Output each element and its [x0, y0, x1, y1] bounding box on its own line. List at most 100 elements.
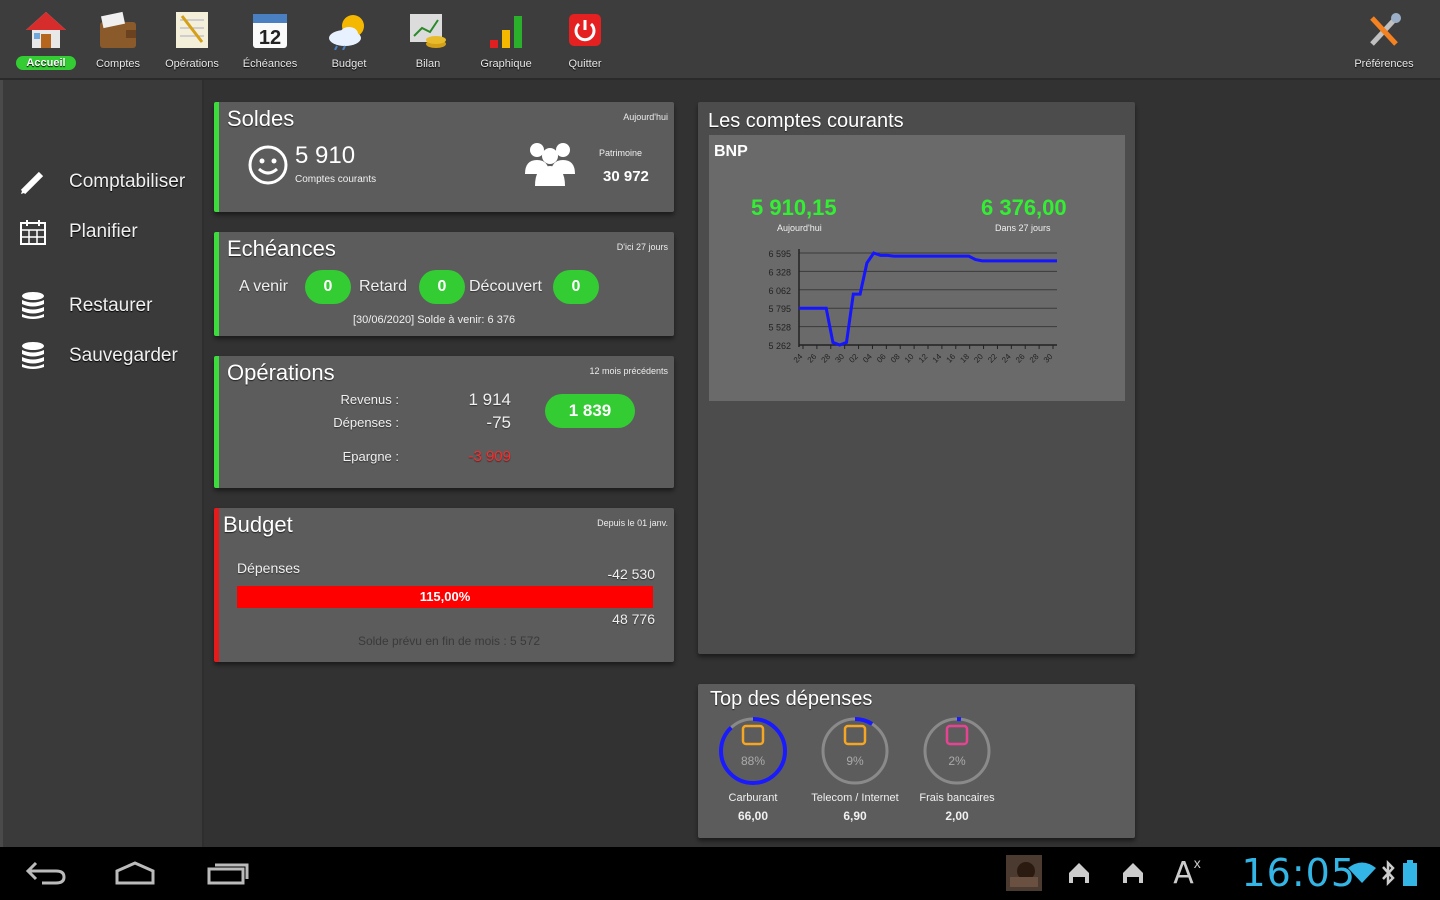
- account-chart-panel[interactable]: BNP 5 910,15 Aujourd'hui 6 376,00 Dans 2…: [709, 135, 1125, 401]
- operations-total-badge[interactable]: 1 839: [545, 394, 635, 428]
- spending-ring[interactable]: 9%: [818, 714, 892, 788]
- toolbar-item-echeances[interactable]: 12 Échéances: [232, 8, 308, 74]
- x-tick-label: 14: [931, 352, 944, 365]
- x-tick-label: 26: [1014, 352, 1027, 365]
- system-navbar: Ax 16:05: [0, 847, 1440, 900]
- toolbar-item-bilan[interactable]: Bilan: [390, 8, 466, 74]
- budget-progress-bar: 115,00%: [237, 586, 653, 608]
- toolbar-item-preferences[interactable]: Préférences: [1346, 8, 1422, 74]
- x-tick-label: 10: [903, 352, 916, 365]
- x-tick-label: 06: [875, 352, 888, 365]
- recent-apps-icon[interactable]: [202, 857, 252, 889]
- ring-category: Frais bancaires: [919, 792, 995, 804]
- budget-depenses-label: Dépenses: [237, 560, 301, 576]
- budget-card[interactable]: Budget Depuis le 01 janv. Dépenses -42 5…: [214, 508, 674, 662]
- home-icon: [24, 8, 68, 52]
- depenses-label: Dépenses :: [333, 415, 399, 430]
- toolbar-label: Quitter: [568, 58, 602, 70]
- y-tick-label: 6 595: [768, 249, 791, 259]
- ring-percentage: 88%: [740, 754, 766, 768]
- operations-card[interactable]: Opérations 12 mois précédents Revenus : …: [214, 356, 674, 488]
- decouvert-badge[interactable]: 0: [553, 270, 599, 304]
- calendar-icon: 12: [248, 8, 292, 52]
- card-title: Budget: [223, 512, 293, 537]
- toolbar-item-comptes[interactable]: Comptes: [80, 8, 156, 74]
- x-tick-label: 04: [861, 352, 874, 365]
- card-subtitle: Depuis le 01 janv.: [597, 518, 668, 528]
- text-size-icon: Ax: [1173, 855, 1201, 891]
- toolbar-item-graphique[interactable]: Graphique: [468, 8, 544, 74]
- balance-line-chart: 6 5956 3286 0625 7955 5285 26224 26 28 30 02…: [768, 249, 1057, 365]
- sidebar-item-label: Planifier: [69, 221, 138, 242]
- clock: 16:05: [1241, 851, 1356, 895]
- budget-depenses-value: -42 530: [607, 566, 655, 582]
- toolbar-label: Accueil: [16, 56, 76, 70]
- budget-progress-label: 115,00%: [419, 589, 471, 604]
- revenus-value: 1 914: [468, 390, 511, 409]
- retard-badge[interactable]: 0: [419, 270, 465, 304]
- x-tick-label: 20: [972, 352, 985, 365]
- x-tick-label: 28: [1028, 352, 1041, 365]
- sidebar-item-planifier[interactable]: Planifier: [17, 214, 138, 250]
- database-icon: [17, 290, 49, 322]
- sidebar-item-label: Comptabiliser: [69, 171, 186, 192]
- smiley-icon: [247, 144, 289, 191]
- toolbar-item-budget[interactable]: Budget: [311, 8, 387, 74]
- spending-ring[interactable]: 88%: [716, 714, 790, 788]
- ring-chart: [719, 717, 787, 785]
- comptes-courants-card[interactable]: Les comptes courants BNP 5 910,15 Aujour…: [698, 102, 1135, 654]
- toolbar-label: Échéances: [242, 58, 298, 70]
- download-icon: [1056, 857, 1102, 889]
- account-name: BNP: [714, 143, 748, 160]
- retard-label: Retard: [359, 278, 408, 295]
- toolbar-item-quitter[interactable]: Quitter: [547, 8, 623, 74]
- soldes-card[interactable]: Soldes Aujourd'hui 5 910 Comptes courant…: [214, 102, 674, 212]
- home-nav-icon[interactable]: [110, 857, 160, 889]
- toolbar-item-operations[interactable]: Opérations: [154, 8, 230, 74]
- decouvert-label: Découvert: [469, 278, 542, 295]
- epargne-label: Epargne :: [342, 449, 399, 464]
- toolbar-label: Graphique: [480, 58, 532, 70]
- group-icon: [523, 138, 577, 193]
- today-balance: 5 910,15: [751, 195, 837, 220]
- soldes-caption: Comptes courants: [295, 174, 377, 185]
- spending-ring[interactable]: 2%: [920, 714, 994, 788]
- card-title: Echéances: [227, 236, 336, 261]
- echeances-card[interactable]: Echéances D'ici 27 jours A venir 0 Retar…: [214, 232, 674, 336]
- weather-icon: [327, 8, 371, 52]
- bluetooth-icon: [1376, 857, 1400, 889]
- patrimoine-label: Patrimoine: [599, 148, 643, 158]
- epargne-value: -3 909: [468, 448, 511, 465]
- y-tick-label: 6 062: [768, 286, 791, 296]
- sidebar-item-label: Sauvegarder: [69, 345, 178, 366]
- card-subtitle: 12 mois précédents: [589, 366, 668, 376]
- x-tick-label: 24: [792, 352, 805, 365]
- card-subtitle: Aujourd'hui: [623, 112, 668, 122]
- bar-chart-icon: [484, 8, 528, 52]
- echeances-footer: [30/06/2020] Solde à venir: 6 376: [353, 314, 516, 326]
- x-tick-label: 22: [986, 352, 999, 365]
- ring-category: Carburant: [728, 792, 778, 804]
- ring-value: 2,00: [945, 809, 969, 823]
- x-tick-label: 18: [958, 352, 971, 365]
- y-tick-label: 5 795: [768, 304, 791, 314]
- svg-text:12: 12: [259, 27, 281, 49]
- toolbar-label: Comptes: [95, 58, 141, 70]
- top-depenses-card[interactable]: Top des dépenses 88% Carburant 66,00 9% Tele…: [698, 684, 1135, 838]
- database-icon: [17, 340, 49, 372]
- sidebar-item-sauvegarder[interactable]: Sauvegarder: [17, 338, 178, 374]
- x-tick-label: 26: [806, 352, 819, 365]
- battery-icon: [1398, 857, 1422, 889]
- toolbar-item-accueil[interactable]: Accueil: [8, 8, 84, 74]
- revenus-label: Revenus :: [340, 392, 399, 407]
- a-venir-badge[interactable]: 0: [305, 270, 351, 304]
- sidebar-item-restaurer[interactable]: Restaurer: [17, 288, 152, 324]
- ring-value: 66,00: [737, 809, 769, 823]
- back-icon[interactable]: [20, 857, 70, 889]
- sidebar-item-comptabiliser[interactable]: Comptabiliser: [17, 164, 185, 200]
- wifi-icon: [1346, 857, 1378, 889]
- ring-chart: [923, 717, 991, 785]
- notepad-icon: [170, 8, 214, 52]
- sidebar: Comptabiliser Planifier Restaurer Sauveg…: [0, 80, 204, 847]
- ring-value: 6,90: [843, 809, 867, 823]
